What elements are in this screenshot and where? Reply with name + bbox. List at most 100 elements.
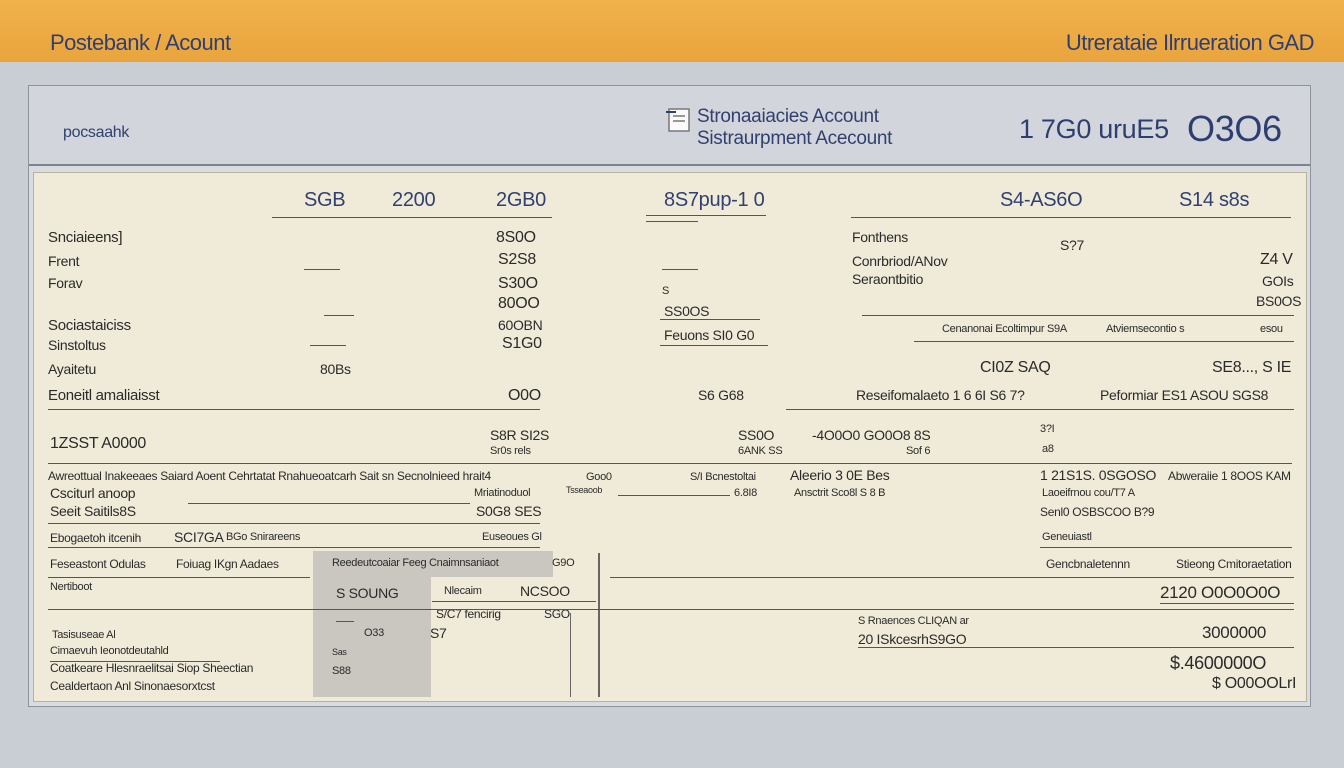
field-label: Csciturl anoop xyxy=(50,485,136,501)
divider xyxy=(618,495,730,496)
field-value: S7 xyxy=(430,625,447,641)
field-value: Sas xyxy=(332,647,347,657)
field-value: Cenanonai Ecoltimpur S9A xyxy=(942,323,1067,335)
field-value: Nlecaim xyxy=(444,585,482,597)
field-label: Tasisuseae Al xyxy=(52,629,116,641)
field-value: Geneuiastl xyxy=(1042,531,1092,543)
divider xyxy=(662,269,698,270)
field-value: 6.8I8 xyxy=(734,487,757,499)
top-value: 2200 xyxy=(392,189,436,211)
divider xyxy=(610,577,1294,578)
account-code: O3O6 xyxy=(1187,108,1282,149)
field-value: Laoeifrnou cou/T7 A xyxy=(1042,487,1135,499)
divider xyxy=(324,315,354,316)
divider xyxy=(48,409,540,410)
field-value: 1ZSST A0000 xyxy=(50,435,147,452)
divider xyxy=(1040,547,1292,548)
total-value: 2120 O0O0O0O xyxy=(1160,583,1281,602)
divider xyxy=(851,217,1291,218)
field-value: S1G0 xyxy=(502,335,542,352)
field-label: Fonthens xyxy=(852,229,908,245)
field-label: Sociastaiciss xyxy=(48,317,131,334)
field-value: S2S8 xyxy=(498,251,536,268)
divider xyxy=(272,217,552,218)
bank-brand: pocsaahk xyxy=(63,124,130,141)
field-value: SS0O xyxy=(738,427,775,443)
app-title: Postebank / Acount xyxy=(50,30,231,55)
field-value: 1 21S1S. 0SGOSO xyxy=(1040,467,1157,483)
field-value: esou xyxy=(1260,323,1283,335)
field-value: Reseifomalaeto 1 6 6I S6 7? xyxy=(856,387,1025,403)
field-value: BGo Snirareens xyxy=(226,531,301,543)
field-value: -4O0O0 GO0O8 8S xyxy=(812,427,931,443)
field-value: BS0OS xyxy=(1256,293,1302,309)
top-value: S4-AS6O xyxy=(1000,189,1083,211)
divider xyxy=(48,577,310,578)
field-value: Euseoues Gl xyxy=(482,531,542,543)
field-value: SE8..., S IE xyxy=(1212,359,1292,376)
field-value: 6ANK SS xyxy=(738,445,783,457)
field-value: 20 ISkcesrhS9GO xyxy=(858,631,967,647)
divider xyxy=(48,523,540,524)
field-value: Stieong Cmitoraetation xyxy=(1176,557,1292,571)
field-label: Nertiboot xyxy=(50,581,92,593)
divider xyxy=(914,341,1294,342)
top-value: 8S7pup-1 0 xyxy=(664,189,765,211)
field-value: CI0Z SAQ xyxy=(980,359,1051,376)
field-label: Seraontbitio xyxy=(852,271,924,287)
divider xyxy=(188,503,470,504)
field-value: S30O xyxy=(498,275,538,292)
field-value: Sr0s rels xyxy=(490,445,531,457)
grand-total-sub: $ O00OOLrI xyxy=(1212,675,1297,692)
field-value: 3?I xyxy=(1040,423,1055,435)
divider xyxy=(646,215,766,216)
field-label: Cealdertaon Anl Sinonaesorxtcst xyxy=(50,679,215,693)
field-value: Goo0 xyxy=(586,471,612,483)
divider xyxy=(432,601,596,602)
field-label: Seeit Saitils8S xyxy=(50,503,136,519)
field-value: Abweraiie 1 8OOS KAM xyxy=(1168,469,1291,483)
field-value: Gencbnaletennn xyxy=(1046,557,1130,571)
field-value: O0O xyxy=(508,387,541,404)
field-value: GOIs xyxy=(1262,273,1294,289)
field-value: a8 xyxy=(1042,443,1054,455)
field-label: Cimaevuh Ieonotdeutahld xyxy=(50,645,169,657)
app-subtitle: Utrerataie Ilrrueration GAD xyxy=(1065,30,1315,55)
divider xyxy=(646,221,698,222)
divider xyxy=(310,345,346,346)
field-value: Sof 6 xyxy=(906,445,931,457)
field-value: S SOUNG xyxy=(336,585,399,601)
title-bar: Postebank / Acount Utrerataie Ilrruerati… xyxy=(0,0,1344,62)
account-number: 1 7G0 uruE5 xyxy=(1019,114,1169,144)
total-value: 3000000 xyxy=(1202,623,1267,642)
divider xyxy=(1160,603,1294,604)
field-label: Forav xyxy=(48,275,83,291)
account-window: pocsaahk Stronaaiacies Account Sistraurp… xyxy=(28,85,1311,707)
divider xyxy=(48,463,1292,464)
field-value: Feuons SI0 G0 xyxy=(664,327,755,343)
field-value: S xyxy=(662,285,670,297)
field-value: Ansctrit Sco8l S 8 B xyxy=(794,487,886,499)
column-divider xyxy=(598,553,600,697)
field-value: Aleerio 3 0E Bes xyxy=(790,467,890,483)
field-value: Tsseaoob xyxy=(566,485,603,495)
field-label: Coatkeare Hlesnraelitsai Siop Sheectian xyxy=(50,661,254,675)
field-value: Peformiar ES1 ASOU SGS8 xyxy=(1100,387,1269,403)
field-value: Awreottual Inakeeaes Saiard Aoent Cehrta… xyxy=(48,469,491,483)
top-value: 2GB0 xyxy=(496,189,546,211)
field-value: SS0OS xyxy=(664,303,710,319)
field-value: SCI7GA xyxy=(174,529,224,545)
divider xyxy=(660,345,768,346)
field-value: O33 xyxy=(364,627,384,639)
divider xyxy=(304,269,340,270)
field-value: S8R SI2S xyxy=(490,427,550,443)
divider xyxy=(48,609,1294,610)
column-divider xyxy=(570,613,571,697)
field-label: Conrbriod/ANov xyxy=(852,253,948,269)
field-value: S/I Bcnestoltai xyxy=(690,471,756,483)
field-label: Feseastont Odulas xyxy=(50,557,146,571)
field-value: S Rnaences CLIQAN ar xyxy=(858,615,969,627)
field-value: Z4 V xyxy=(1260,251,1293,268)
divider xyxy=(862,315,1294,316)
document-icon xyxy=(666,108,690,132)
